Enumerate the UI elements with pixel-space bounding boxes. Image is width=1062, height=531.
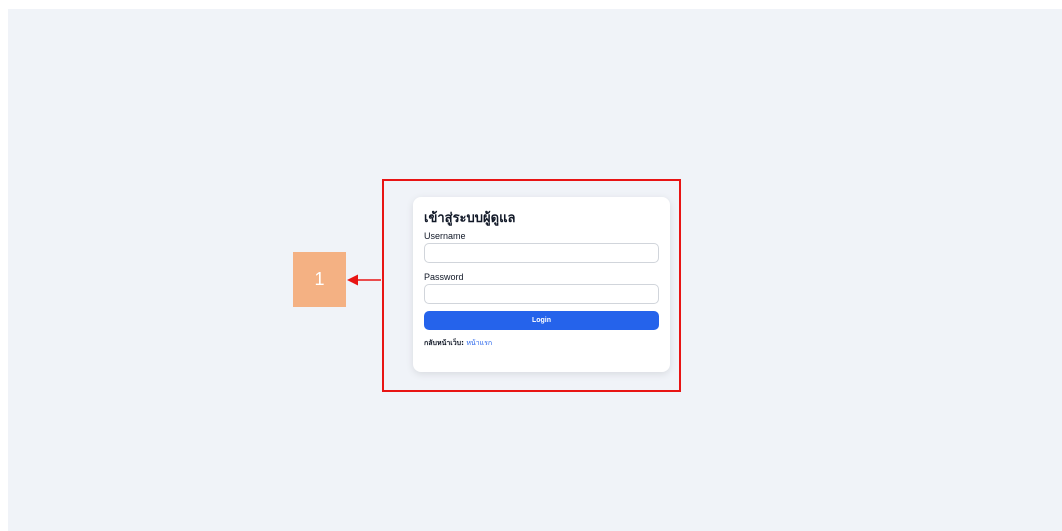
login-button[interactable]: Login — [424, 311, 659, 330]
callout-number: 1 — [314, 269, 325, 289]
homepage-link[interactable]: หน้าแรก — [466, 339, 492, 347]
login-title: เข้าสู่ระบบผู้ดูแล — [424, 211, 516, 226]
password-label: Password — [424, 272, 464, 282]
login-card: เข้าสู่ระบบผู้ดูแล Username Password Log… — [413, 197, 670, 372]
back-to-site-line: กลับหน้าเว็บ: หน้าแรก — [424, 337, 659, 349]
back-to-site-prefix: กลับหน้าเว็บ: — [424, 339, 464, 347]
callout-arrow-icon — [347, 274, 381, 286]
callout-number-badge: 1 — [293, 252, 346, 307]
username-input[interactable] — [424, 243, 659, 263]
password-input[interactable] — [424, 284, 659, 304]
username-label: Username — [424, 231, 466, 241]
